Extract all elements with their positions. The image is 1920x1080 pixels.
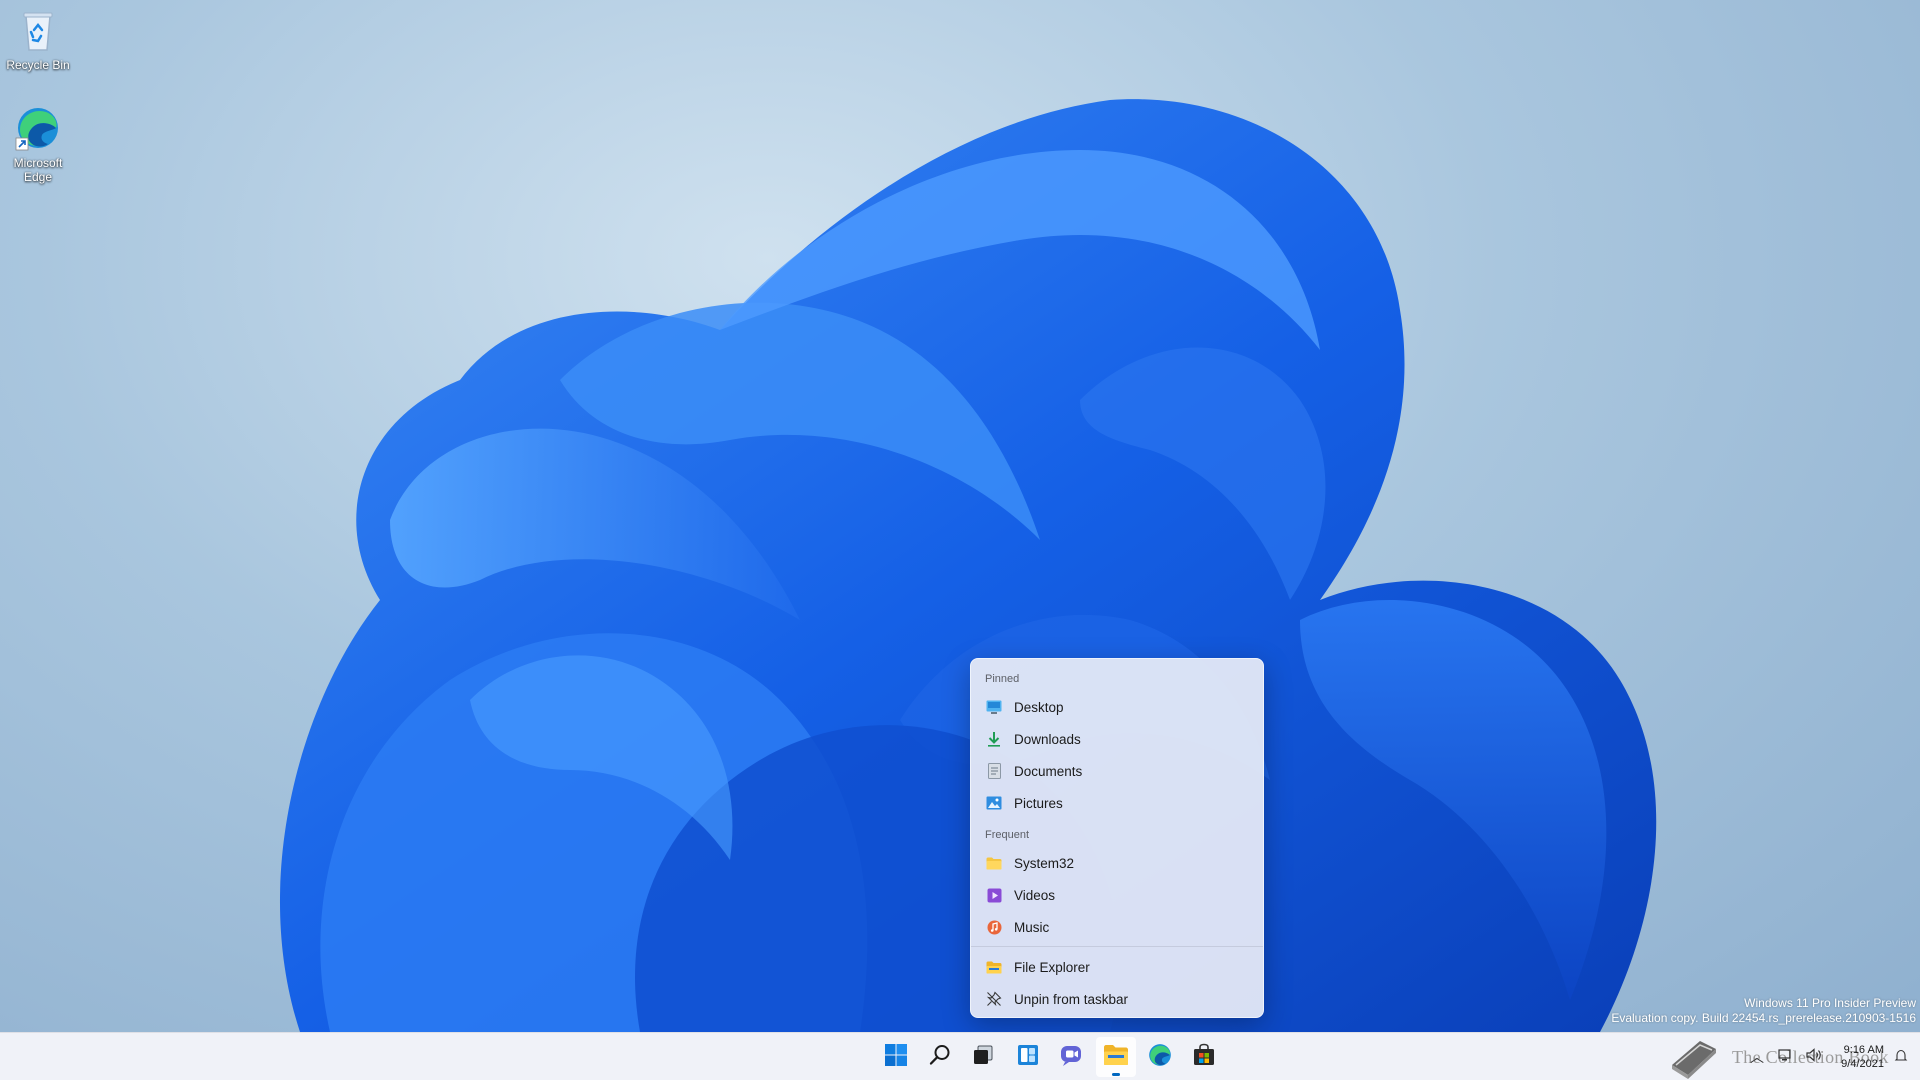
jumplist-item-label: Videos — [1014, 887, 1056, 903]
widgets-icon — [1016, 1043, 1040, 1072]
jumplist-item-label: Pictures — [1014, 795, 1063, 811]
start-icon — [884, 1043, 908, 1072]
system-tray: ︿ — [1742, 1033, 1828, 1080]
desktop-icon-label: Recycle Bin — [6, 58, 70, 72]
jumplist-item-label: System32 — [1014, 855, 1075, 871]
documents-icon — [985, 762, 1003, 780]
clock-time: 9:16 AM — [1843, 1044, 1884, 1056]
jumplist-item-label: File Explorer — [1014, 959, 1090, 975]
jumplist-item-file-explorer[interactable]: File Explorer — [971, 951, 1263, 983]
network-icon[interactable] — [1778, 1048, 1794, 1067]
jumplist-item-videos[interactable]: Videos — [971, 879, 1263, 911]
pinned-header: Pinned — [985, 673, 1020, 685]
downloads-icon — [985, 730, 1003, 748]
desktop-icon-recycle-bin[interactable]: Recycle Bin — [0, 6, 76, 72]
volume-icon[interactable] — [1806, 1047, 1822, 1067]
desktop-icon-microsoft-edge[interactable]: Microsoft Edge — [0, 104, 76, 184]
store-taskbar-button[interactable] — [1184, 1037, 1224, 1077]
jumplist-item-system32[interactable]: System32 — [971, 847, 1263, 879]
desktop: Recycle Bin Microsoft Edge Windows 11 Pr… — [0, 0, 1920, 1032]
jumplist-item-unpin[interactable]: Unpin from taskbar — [971, 983, 1263, 1015]
build-watermark: Windows 11 Pro Insider Preview Evaluatio… — [1611, 996, 1916, 1026]
jumplist-item-documents[interactable]: Documents — [971, 755, 1263, 787]
chevron-up-icon[interactable]: ︿ — [1750, 1047, 1764, 1067]
chat-button[interactable] — [1052, 1037, 1092, 1077]
widgets-button[interactable] — [1008, 1037, 1048, 1077]
store-icon — [1192, 1043, 1216, 1072]
chat-icon — [1059, 1043, 1085, 1072]
jumplist-item-label: Unpin from taskbar — [1014, 991, 1129, 1007]
frequent-header: Frequent — [985, 829, 1030, 841]
jumplist-item-label: Desktop — [1014, 699, 1064, 715]
music-icon — [985, 918, 1003, 936]
desktop-icon — [985, 698, 1003, 716]
jumplist-item-label: Music — [1014, 919, 1050, 935]
edge-taskbar-button[interactable] — [1140, 1037, 1180, 1077]
edge-icon — [14, 104, 62, 152]
file-explorer-jump-list: Pinned Desktop Downloads Documents Pictu… — [970, 658, 1264, 1018]
jumplist-item-music[interactable]: Music — [971, 911, 1263, 943]
watermark-line-2: Evaluation copy. Build 22454.rs_prerelea… — [1611, 1011, 1916, 1025]
desktop-icon-label: Microsoft Edge — [13, 156, 63, 184]
file-explorer-icon — [1103, 1044, 1129, 1071]
notification-icon[interactable] — [1894, 1049, 1908, 1068]
taskbar: The Collection Book ︿ 9:16 AM 9/4/2021 — [0, 1032, 1920, 1080]
start-button[interactable] — [876, 1037, 916, 1077]
task-view-button[interactable] — [963, 1037, 1003, 1077]
file-explorer-icon — [985, 958, 1003, 976]
recycle-bin-icon — [14, 6, 62, 54]
watermark-line-1: Windows 11 Pro Insider Preview — [1744, 996, 1916, 1010]
jumplist-item-label: Downloads — [1014, 731, 1081, 747]
wallpaper-bloom — [279, 99, 1657, 1032]
active-app-indicator — [1112, 1073, 1120, 1076]
task-view-icon — [971, 1043, 995, 1072]
unpin-icon — [985, 990, 1003, 1008]
search-button[interactable] — [920, 1037, 960, 1077]
folder-icon — [985, 854, 1003, 872]
taskbar-clock[interactable]: 9:16 AM 9/4/2021 — [1841, 1043, 1884, 1071]
clock-date: 9/4/2021 — [1841, 1058, 1884, 1070]
jumplist-divider — [971, 946, 1263, 947]
pictures-icon — [985, 794, 1003, 812]
jumplist-item-pictures[interactable]: Pictures — [971, 787, 1263, 819]
videos-icon — [985, 886, 1003, 904]
jumplist-item-label: Documents — [1014, 763, 1083, 779]
jumplist-item-downloads[interactable]: Downloads — [971, 723, 1263, 755]
jumplist-item-desktop[interactable]: Desktop — [971, 691, 1263, 723]
file-explorer-taskbar-button[interactable] — [1096, 1037, 1136, 1077]
collection-book-logo — [1666, 1035, 1722, 1080]
search-icon — [928, 1043, 952, 1072]
edge-icon — [1147, 1042, 1173, 1073]
